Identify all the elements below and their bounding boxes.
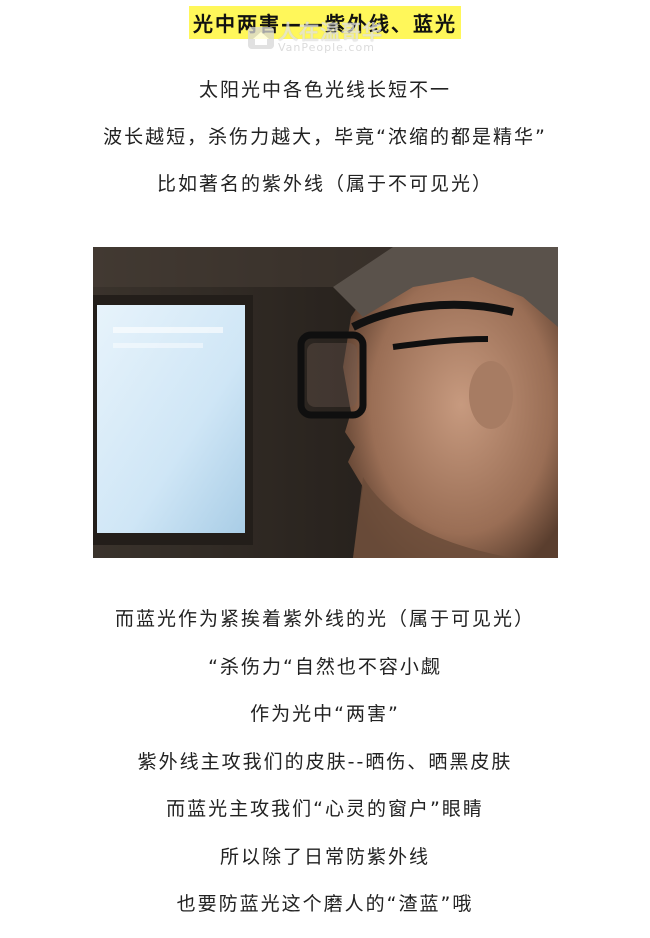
- watermark-brand-en: VanPeople.com: [278, 41, 375, 54]
- intro-line: 太阳光中各色光线长短不一: [198, 79, 451, 101]
- article-page: 光中两害——紫外线、蓝光 人在温哥华 VanPeople.com 太阳光中各色光…: [0, 0, 650, 919]
- body-line: 也要防蓝光这个磨人的“渣蓝”哦: [176, 893, 474, 915]
- body-paragraph: 而蓝光作为紧挨着紫外线的光（属于可见光） “杀伤力“自然也不容小觑 作为光中“两…: [0, 605, 650, 938]
- body-line: 所以除了日常防紫外线: [219, 845, 430, 868]
- body-line: 紫外线主攻我们的皮肤--晒伤、晒黑皮肤: [137, 750, 513, 773]
- intro-line: 波长越短，杀伤力越大，毕竟“浓缩的都是精华”: [103, 126, 547, 148]
- body-line: “杀伤力“自然也不容小觑: [208, 655, 442, 678]
- body-line: 作为光中“两害”: [250, 703, 400, 725]
- watermark: 人在温哥华 VanPeople.com: [248, 22, 383, 53]
- man-with-glasses-looking-at-screen-image: [93, 247, 558, 558]
- body-line: 而蓝光作为紧挨着紫外线的光（属于可见光）: [114, 608, 535, 630]
- watermark-brand-cn: 人在温哥华: [278, 20, 383, 44]
- intro-paragraph: 太阳光中各色光线长短不一 波长越短，杀伤力越大，毕竟“浓缩的都是精华” 比如著名…: [0, 78, 650, 219]
- intro-line: 比如著名的紫外线（属于不可见光）: [156, 173, 493, 195]
- body-line: 而蓝光主攻我们“心灵的窗户”眼睛: [166, 798, 484, 820]
- house-icon: [248, 26, 274, 49]
